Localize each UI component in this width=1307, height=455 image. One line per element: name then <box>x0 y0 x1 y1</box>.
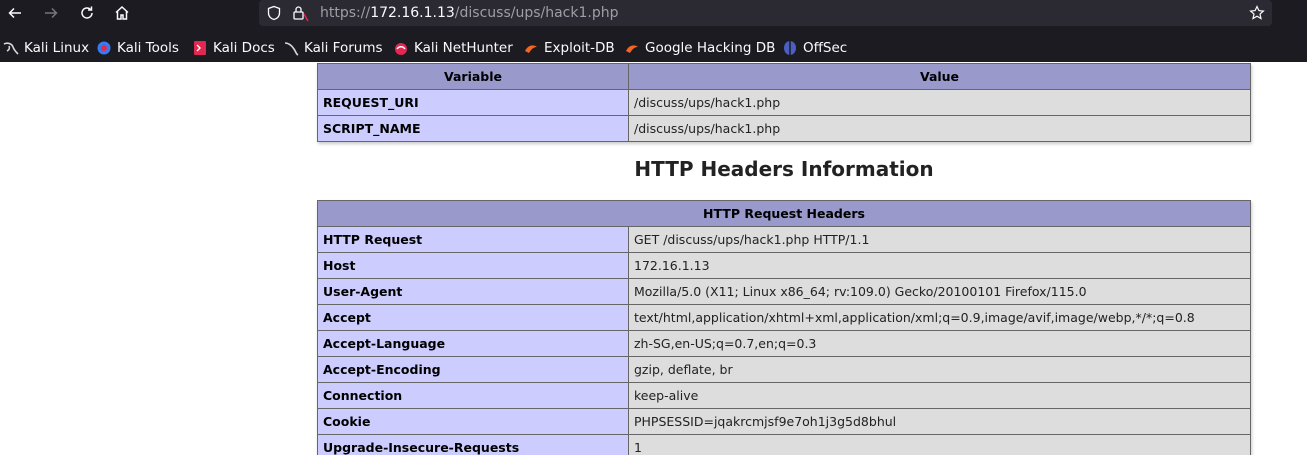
bookmark-kali-forums[interactable]: Kali Forums <box>283 39 383 57</box>
table-header-row: HTTP Request Headers <box>317 200 1251 227</box>
section-title: HTTP Headers Information <box>634 157 934 181</box>
table-header-row: Variable Value <box>317 63 1251 90</box>
header-value: zh-SG,en-US;q=0.7,en;q=0.3 <box>628 330 1251 357</box>
bookmark-label: Exploit-DB <box>544 40 615 56</box>
header-value: GET /discuss/ups/hack1.php HTTP/1.1 <box>628 226 1251 253</box>
variable-value: /discuss/ups/hack1.php <box>628 115 1251 142</box>
reload-button[interactable] <box>75 1 99 25</box>
column-header-value: Value <box>628 63 1251 90</box>
forward-button[interactable] <box>39 1 63 25</box>
browser-toolbar: https://172.16.1.13/discuss/ups/hack1.ph… <box>0 0 1307 26</box>
header-value: gzip, deflate, br <box>628 356 1251 383</box>
shield-icon[interactable] <box>265 4 283 22</box>
http-request-headers-table: HTTP Request Headers HTTP Request GET /di… <box>317 200 1251 455</box>
header-name: Cookie <box>317 408 629 435</box>
header-value: Mozilla/5.0 (X11; Linux x86_64; rv:109.0… <box>628 278 1251 305</box>
header-name: Host <box>317 252 629 279</box>
bookmarks-bar: Kali Linux Kali Tools Kali Docs Kali For… <box>0 34 1307 62</box>
variable-value: /discuss/ups/hack1.php <box>628 89 1251 116</box>
toolbar-gap <box>0 26 1307 34</box>
bookmark-label: Kali Forums <box>304 40 383 56</box>
kali-nethunter-icon <box>393 40 409 56</box>
exploit-db-icon <box>523 40 539 56</box>
reload-icon <box>81 6 93 19</box>
header-value: PHPSESSID=jqakrcmjsf9e7oh1j3g5d8bhul <box>628 408 1251 435</box>
table-row: Host 172.16.1.13 <box>317 252 1251 279</box>
bookmark-kali-nethunter[interactable]: Kali NetHunter <box>393 39 513 57</box>
kali-docs-icon <box>192 40 208 56</box>
header-value: 172.16.1.13 <box>628 252 1251 279</box>
table-row: Upgrade-Insecure-Requests 1 <box>317 434 1251 455</box>
url-path: /discuss/ups/hack1.php <box>454 5 619 21</box>
table-header: HTTP Request Headers <box>317 200 1251 227</box>
table-row: User-Agent Mozilla/5.0 (X11; Linux x86_64… <box>317 278 1251 305</box>
bookmark-label: Kali Linux <box>24 40 90 56</box>
bookmark-offsec[interactable]: OffSec <box>782 39 847 57</box>
page-content: Variable Value REQUEST_URI /discuss/ups/… <box>0 62 1307 455</box>
table-row: Connection keep-alive <box>317 382 1251 409</box>
arrow-right-icon <box>45 7 58 19</box>
header-name: HTTP Request <box>317 226 629 253</box>
table-row: REQUEST_URI /discuss/ups/hack1.php <box>317 89 1251 116</box>
back-button[interactable] <box>3 1 27 25</box>
kali-tools-icon <box>96 40 112 56</box>
bookmark-label: Kali Tools <box>117 40 179 56</box>
kali-dragon-icon <box>3 40 19 56</box>
ghdb-icon <box>624 40 640 56</box>
table-row: SCRIPT_NAME /discuss/ups/hack1.php <box>317 115 1251 142</box>
header-name: Accept-Encoding <box>317 356 629 383</box>
lock-warning-icon[interactable] <box>291 4 309 22</box>
table-row: HTTP Request GET /discuss/ups/hack1.php H… <box>317 226 1251 253</box>
table-row: Accept text/html,application/xhtml+xml,ap… <box>317 304 1251 331</box>
url-host: 172.16.1.13 <box>370 5 455 21</box>
header-name: User-Agent <box>317 278 629 305</box>
header-name: Accept <box>317 304 629 331</box>
offsec-icon <box>782 40 798 56</box>
url-text[interactable]: https://172.16.1.13/discuss/ups/hack1.ph… <box>320 4 619 22</box>
header-value: text/html,application/xhtml+xml,applicat… <box>628 304 1251 331</box>
variable-name: REQUEST_URI <box>317 89 629 116</box>
header-value: keep-alive <box>628 382 1251 409</box>
url-prefix: https:// <box>320 5 371 21</box>
table-row: Cookie PHPSESSID=jqakrcmjsf9e7oh1j3g5d8bh… <box>317 408 1251 435</box>
bookmark-label: Kali NetHunter <box>414 40 513 56</box>
url-bar[interactable]: https://172.16.1.13/discuss/ups/hack1.ph… <box>259 0 1272 26</box>
column-header-variable: Variable <box>317 63 629 90</box>
bookmark-kali-tools[interactable]: Kali Tools <box>96 39 179 57</box>
bookmark-google-hacking-db[interactable]: Google Hacking DB <box>624 39 775 57</box>
bookmark-label: Kali Docs <box>213 40 275 56</box>
header-name: Upgrade-Insecure-Requests <box>317 434 629 455</box>
bookmark-kali-docs[interactable]: Kali Docs <box>192 39 275 57</box>
home-icon <box>115 5 129 20</box>
variable-name: SCRIPT_NAME <box>317 115 629 142</box>
kali-forums-icon <box>283 40 299 56</box>
header-value: 1 <box>628 434 1251 455</box>
bookmark-label: OffSec <box>803 40 848 56</box>
header-name: Accept-Language <box>317 330 629 357</box>
table-row: Accept-Language zh-SG,en-US;q=0.7,en;q=0.… <box>317 330 1251 357</box>
header-name: Connection <box>317 382 629 409</box>
bookmark-kali-linux[interactable]: Kali Linux <box>3 39 89 57</box>
table-row: Accept-Encoding gzip, deflate, br <box>317 356 1251 383</box>
home-button[interactable] <box>110 1 134 25</box>
bookmark-label: Google Hacking DB <box>645 40 776 56</box>
server-variables-table: Variable Value REQUEST_URI /discuss/ups/… <box>317 63 1251 142</box>
arrow-left-icon <box>8 7 21 19</box>
bookmark-exploit-db[interactable]: Exploit-DB <box>523 39 615 57</box>
bookmark-star-icon[interactable] <box>1248 4 1266 22</box>
